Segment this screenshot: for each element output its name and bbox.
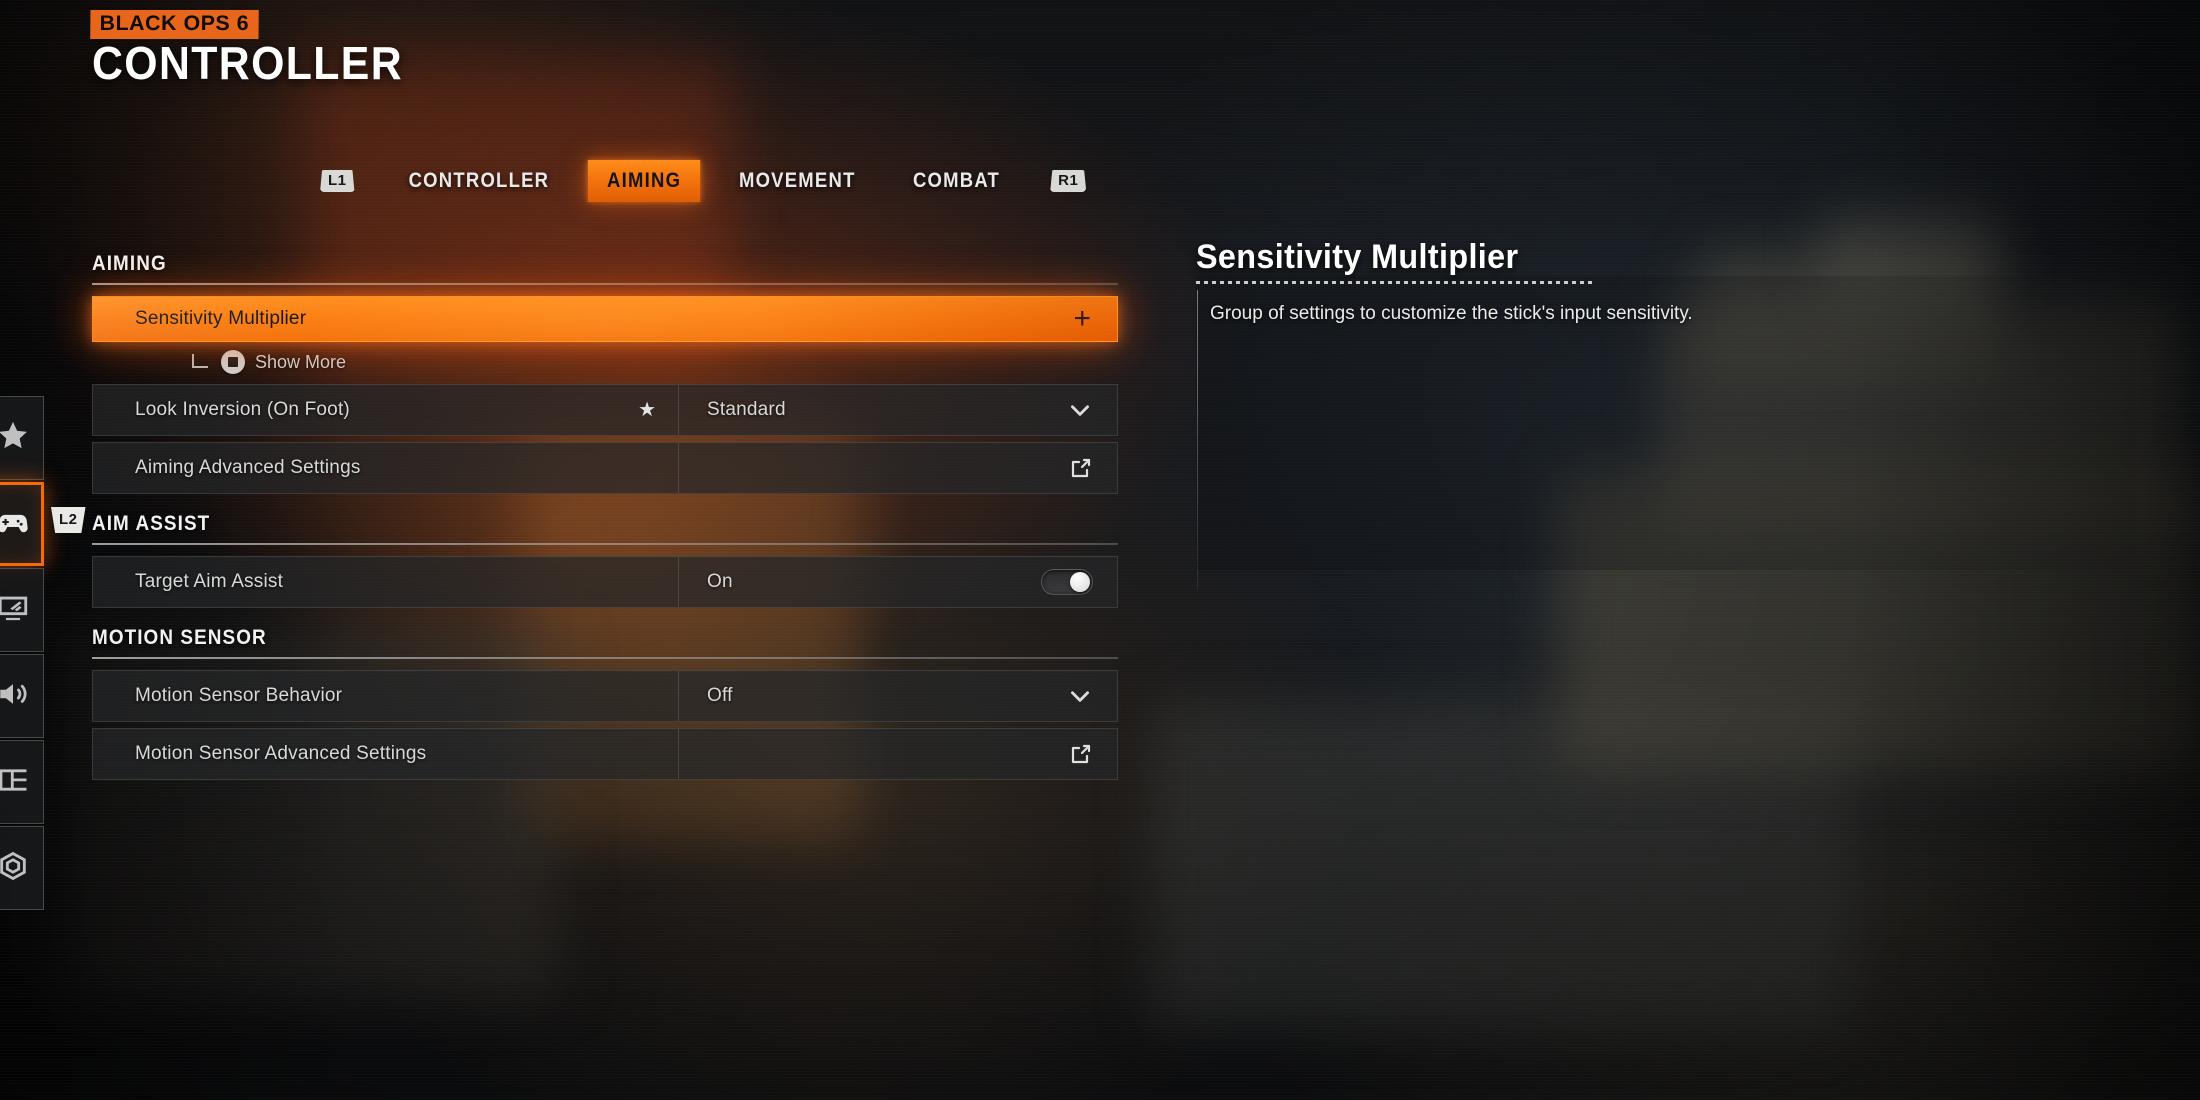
setting-label: Sensitivity Multiplier [135,308,307,329]
setting-label-cell: Aiming Advanced Settings [93,443,679,493]
setting-value-cell[interactable] [679,443,1117,493]
tab-combat[interactable]: COMBAT [894,160,1020,202]
setting-value-cell[interactable]: Standard [679,385,1117,435]
setting-value: Off [707,685,733,706]
setting-label-cell: Motion Sensor Behavior [93,671,679,721]
page-header: BLACK OPS 6 CONTROLLER [90,10,426,89]
toggle-knob [1070,572,1090,592]
settings-list: AIMING Sensitivity Multiplier + Show Mor… [92,252,1118,798]
section-motion-sensor: MOTION SENSOR Motion Sensor Behavior Off… [92,626,1118,780]
setting-row-motion-sensor-behavior[interactable]: Motion Sensor Behavior Off [92,670,1118,722]
plus-icon[interactable]: + [1073,304,1091,334]
setting-value-cell[interactable]: Off [679,671,1117,721]
square-button-icon [221,350,245,374]
sidebar-item-graphics[interactable] [0,568,44,652]
setting-label-cell: Look Inversion (On Foot) ★ [93,385,679,435]
speaker-icon [0,677,30,716]
setting-row-sensitivity-multiplier[interactable]: Sensitivity Multiplier + [92,296,1118,342]
setting-value: Standard [707,399,786,420]
interface-icon [0,763,30,802]
section-divider [92,283,1118,285]
star-icon [0,419,30,458]
setting-label: Motion Sensor Advanced Settings [135,743,427,764]
sidebar-item-audio[interactable] [0,654,44,738]
setting-row-motion-sensor-advanced[interactable]: Motion Sensor Advanced Settings [92,728,1118,780]
show-more-label: Show More [255,351,347,372]
gamepad-icon [0,505,30,544]
l1-bumper-icon[interactable]: L1 [320,170,355,192]
tab-aiming[interactable]: AIMING [588,160,701,202]
sidebar-item-controller[interactable]: L2 [0,482,86,566]
tree-corner-icon [192,353,208,368]
setting-row-look-inversion[interactable]: Look Inversion (On Foot) ★ Standard [92,384,1118,436]
star-icon[interactable]: ★ [638,400,656,420]
tab-bar: L1 CONTROLLER AIMING MOVEMENT COMBAT R1 [320,160,1087,202]
setting-row-aiming-advanced[interactable]: Aiming Advanced Settings [92,442,1118,494]
chevron-down-icon[interactable] [1067,683,1093,709]
sidebar-item-account[interactable] [0,826,44,910]
info-description: Group of settings to customize the stick… [1210,303,1693,324]
setting-label-cell: Motion Sensor Advanced Settings [93,729,679,779]
setting-label: Motion Sensor Behavior [135,685,343,706]
section-divider [92,543,1118,545]
info-title: Sensitivity Multiplier [1196,238,1519,276]
page-title: CONTROLLER [92,37,404,89]
setting-row-target-aim-assist[interactable]: Target Aim Assist On [92,556,1118,608]
setting-label-cell: Target Aim Assist [93,557,679,607]
setting-label: Target Aim Assist [135,571,284,592]
info-dashed-divider [1196,281,1596,284]
setting-label: Look Inversion (On Foot) [135,399,350,420]
chevron-down-icon[interactable] [1067,397,1093,423]
info-panel: Sensitivity Multiplier Group of settings… [1196,238,2136,590]
info-accent-line [1197,290,1198,590]
section-aiming: AIMING Sensitivity Multiplier + Show Mor… [92,252,1118,494]
tab-controller[interactable]: CONTROLLER [389,160,568,202]
account-icon [0,849,30,888]
section-heading: AIMING [92,252,167,275]
toggle-switch-on[interactable] [1041,569,1093,595]
sidebar: L2 [0,396,86,912]
external-link-icon[interactable] [1069,742,1093,766]
sub-action-show-more[interactable]: Show More [92,346,1118,384]
external-link-icon[interactable] [1069,456,1093,480]
r1-bumper-icon[interactable]: R1 [1050,170,1087,192]
setting-value-cell[interactable] [679,729,1117,779]
sidebar-item-favorites[interactable] [0,396,44,480]
setting-label: Aiming Advanced Settings [135,457,361,478]
game-logo-badge: BLACK OPS 6 [90,10,259,39]
tab-movement[interactable]: MOVEMENT [719,160,874,202]
section-heading: MOTION SENSOR [92,626,267,649]
section-aim-assist: AIM ASSIST Target Aim Assist On [92,512,1118,608]
l2-trigger-icon[interactable]: L2 [51,507,86,533]
setting-value-cell[interactable]: On [679,557,1117,607]
section-divider [92,657,1118,659]
section-heading: AIM ASSIST [92,512,211,535]
setting-value: On [707,571,733,592]
display-icon [0,591,30,630]
sidebar-item-interface[interactable] [0,740,44,824]
